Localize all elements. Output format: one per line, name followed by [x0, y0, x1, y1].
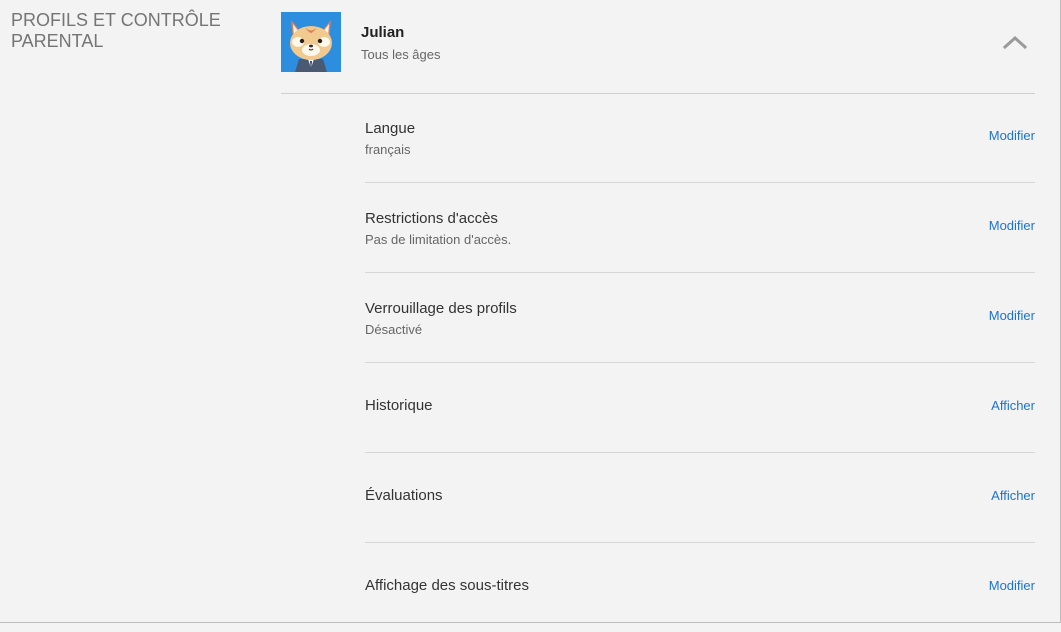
section-title: PROFILS ET CONTRÔLE PARENTAL: [11, 10, 221, 51]
setting-row-language: Langue français Modifier: [365, 93, 1035, 183]
setting-title-profile-lock: Verrouillage des profils: [365, 300, 517, 317]
setting-row-subtitle-appearance: Affichage des sous-titres Modifier: [365, 543, 1035, 632]
setting-desc-viewing-restrictions: Pas de limitation d'accès.: [365, 232, 512, 247]
modify-viewing-restrictions-link[interactable]: Modifier: [989, 218, 1035, 233]
profile-header: Julian Tous les âges: [281, 12, 1035, 94]
setting-row-ratings: Évaluations Afficher: [365, 453, 1035, 543]
setting-title-ratings: Évaluations: [365, 487, 443, 504]
setting-title-language: Langue: [365, 120, 416, 137]
profile-settings-list: Langue français Modifier Restrictions d'…: [365, 93, 1035, 632]
chevron-up-icon[interactable]: [1003, 32, 1027, 52]
setting-desc-language: français: [365, 142, 411, 157]
red-panda-avatar-icon[interactable]: [281, 12, 341, 72]
setting-title-viewing-restrictions: Restrictions d'accès: [365, 210, 498, 227]
view-viewing-activity-link[interactable]: Afficher: [991, 398, 1035, 413]
setting-row-viewing-restrictions: Restrictions d'accès Pas de limitation d…: [365, 183, 1035, 273]
setting-row-viewing-activity: Historique Afficher: [365, 363, 1035, 453]
profile-name: Julian: [361, 24, 405, 41]
profile-maturity: Tous les âges: [361, 47, 441, 62]
modify-language-link[interactable]: Modifier: [989, 128, 1035, 143]
modify-profile-lock-link[interactable]: Modifier: [989, 308, 1035, 323]
modify-subtitle-appearance-link[interactable]: Modifier: [989, 578, 1035, 593]
setting-title-viewing-activity: Historique: [365, 397, 433, 414]
setting-title-subtitle-appearance: Affichage des sous-titres: [365, 577, 529, 594]
view-ratings-link[interactable]: Afficher: [991, 488, 1035, 503]
setting-desc-profile-lock: Désactivé: [365, 322, 423, 337]
setting-row-profile-lock: Verrouillage des profils Désactivé Modif…: [365, 273, 1035, 363]
